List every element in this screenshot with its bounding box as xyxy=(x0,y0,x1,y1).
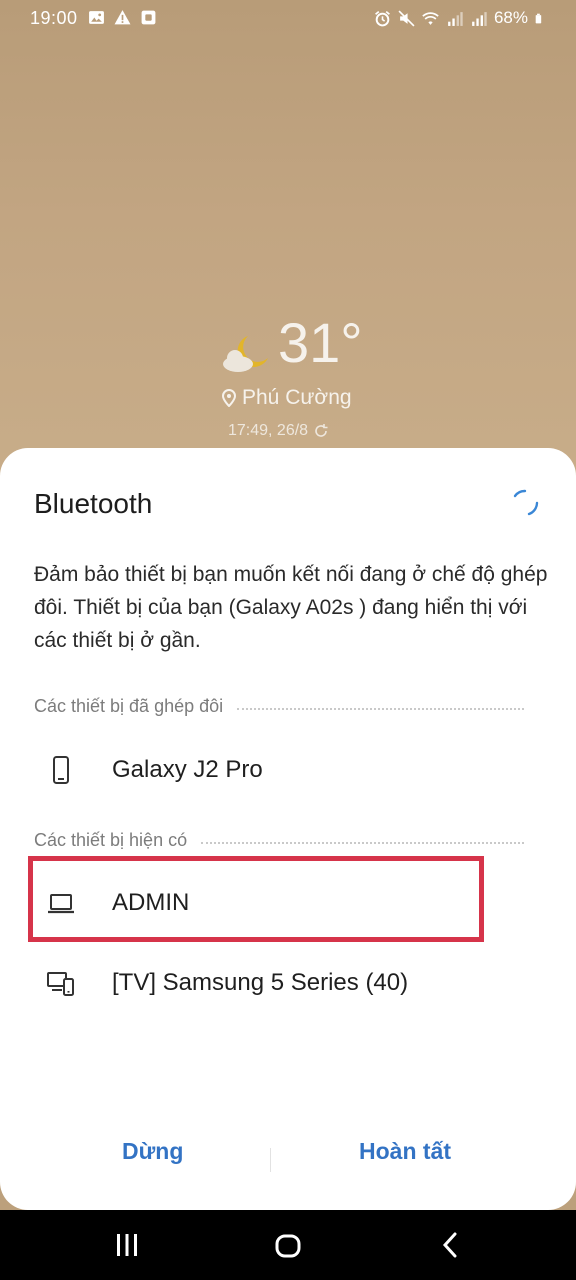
signal-icon xyxy=(472,11,487,26)
phone-icon xyxy=(53,756,69,784)
dialog-title: Bluetooth xyxy=(34,488,153,519)
bluetooth-dialog: Bluetooth Đảm bảo thiết bị bạn muốn kết … xyxy=(0,448,576,1210)
wifi-icon xyxy=(422,11,439,25)
button-divider xyxy=(270,1148,271,1172)
status-bar: 19:00 68% xyxy=(0,0,576,38)
home-icon[interactable] xyxy=(274,1232,302,1260)
weather-location-label: Phú Cường xyxy=(242,386,352,409)
weather-updated: 17:49, 26/8 xyxy=(228,422,329,440)
status-time: 19:00 xyxy=(30,8,78,28)
available-devices-header: Các thiết bị hiện có xyxy=(34,830,524,851)
weather-updated-label: 17:49, 26/8 xyxy=(228,422,309,439)
alarm-icon xyxy=(375,10,390,26)
stop-button[interactable]: Dừng xyxy=(122,1138,183,1165)
device-item-galaxy-j2-pro[interactable]: Galaxy J2 Pro xyxy=(0,740,576,800)
refresh-icon[interactable] xyxy=(313,423,329,439)
mute-icon xyxy=(398,9,415,27)
section-divider xyxy=(201,841,524,844)
screenshot-icon xyxy=(141,10,156,25)
device-name: Galaxy J2 Pro xyxy=(112,756,263,783)
warning-icon xyxy=(114,10,131,25)
battery-icon xyxy=(535,13,542,23)
section-divider xyxy=(237,707,524,710)
paired-devices-header: Các thiết bị đã ghép đôi xyxy=(34,696,524,717)
dialog-description: Đảm bảo thiết bị bạn muốn kết nối đang ở… xyxy=(34,563,548,652)
weather-location: Phú Cường xyxy=(222,386,352,410)
device-name: [TV] Samsung 5 Series (40) xyxy=(112,969,409,996)
navigation-bar xyxy=(0,1210,576,1280)
recents-icon[interactable] xyxy=(114,1232,140,1258)
available-devices-header-label: Các thiết bị hiện có xyxy=(34,830,188,850)
battery-percent: 68% xyxy=(493,8,528,27)
gallery-icon xyxy=(89,11,104,24)
done-button[interactable]: Hoàn tất xyxy=(359,1138,451,1165)
multi-device-icon xyxy=(47,972,74,996)
paired-devices-header-label: Các thiết bị đã ghép đôi xyxy=(34,696,224,716)
signal-icon xyxy=(448,11,463,26)
back-icon[interactable] xyxy=(440,1232,460,1258)
loading-spinner-icon xyxy=(513,489,539,516)
device-item-samsung-tv[interactable]: [TV] Samsung 5 Series (40) xyxy=(0,953,576,1013)
weather-temperature: 31° xyxy=(278,311,363,374)
highlight-box xyxy=(28,856,484,942)
location-pin-icon xyxy=(222,389,236,407)
partly-cloudy-night-icon xyxy=(223,336,268,372)
